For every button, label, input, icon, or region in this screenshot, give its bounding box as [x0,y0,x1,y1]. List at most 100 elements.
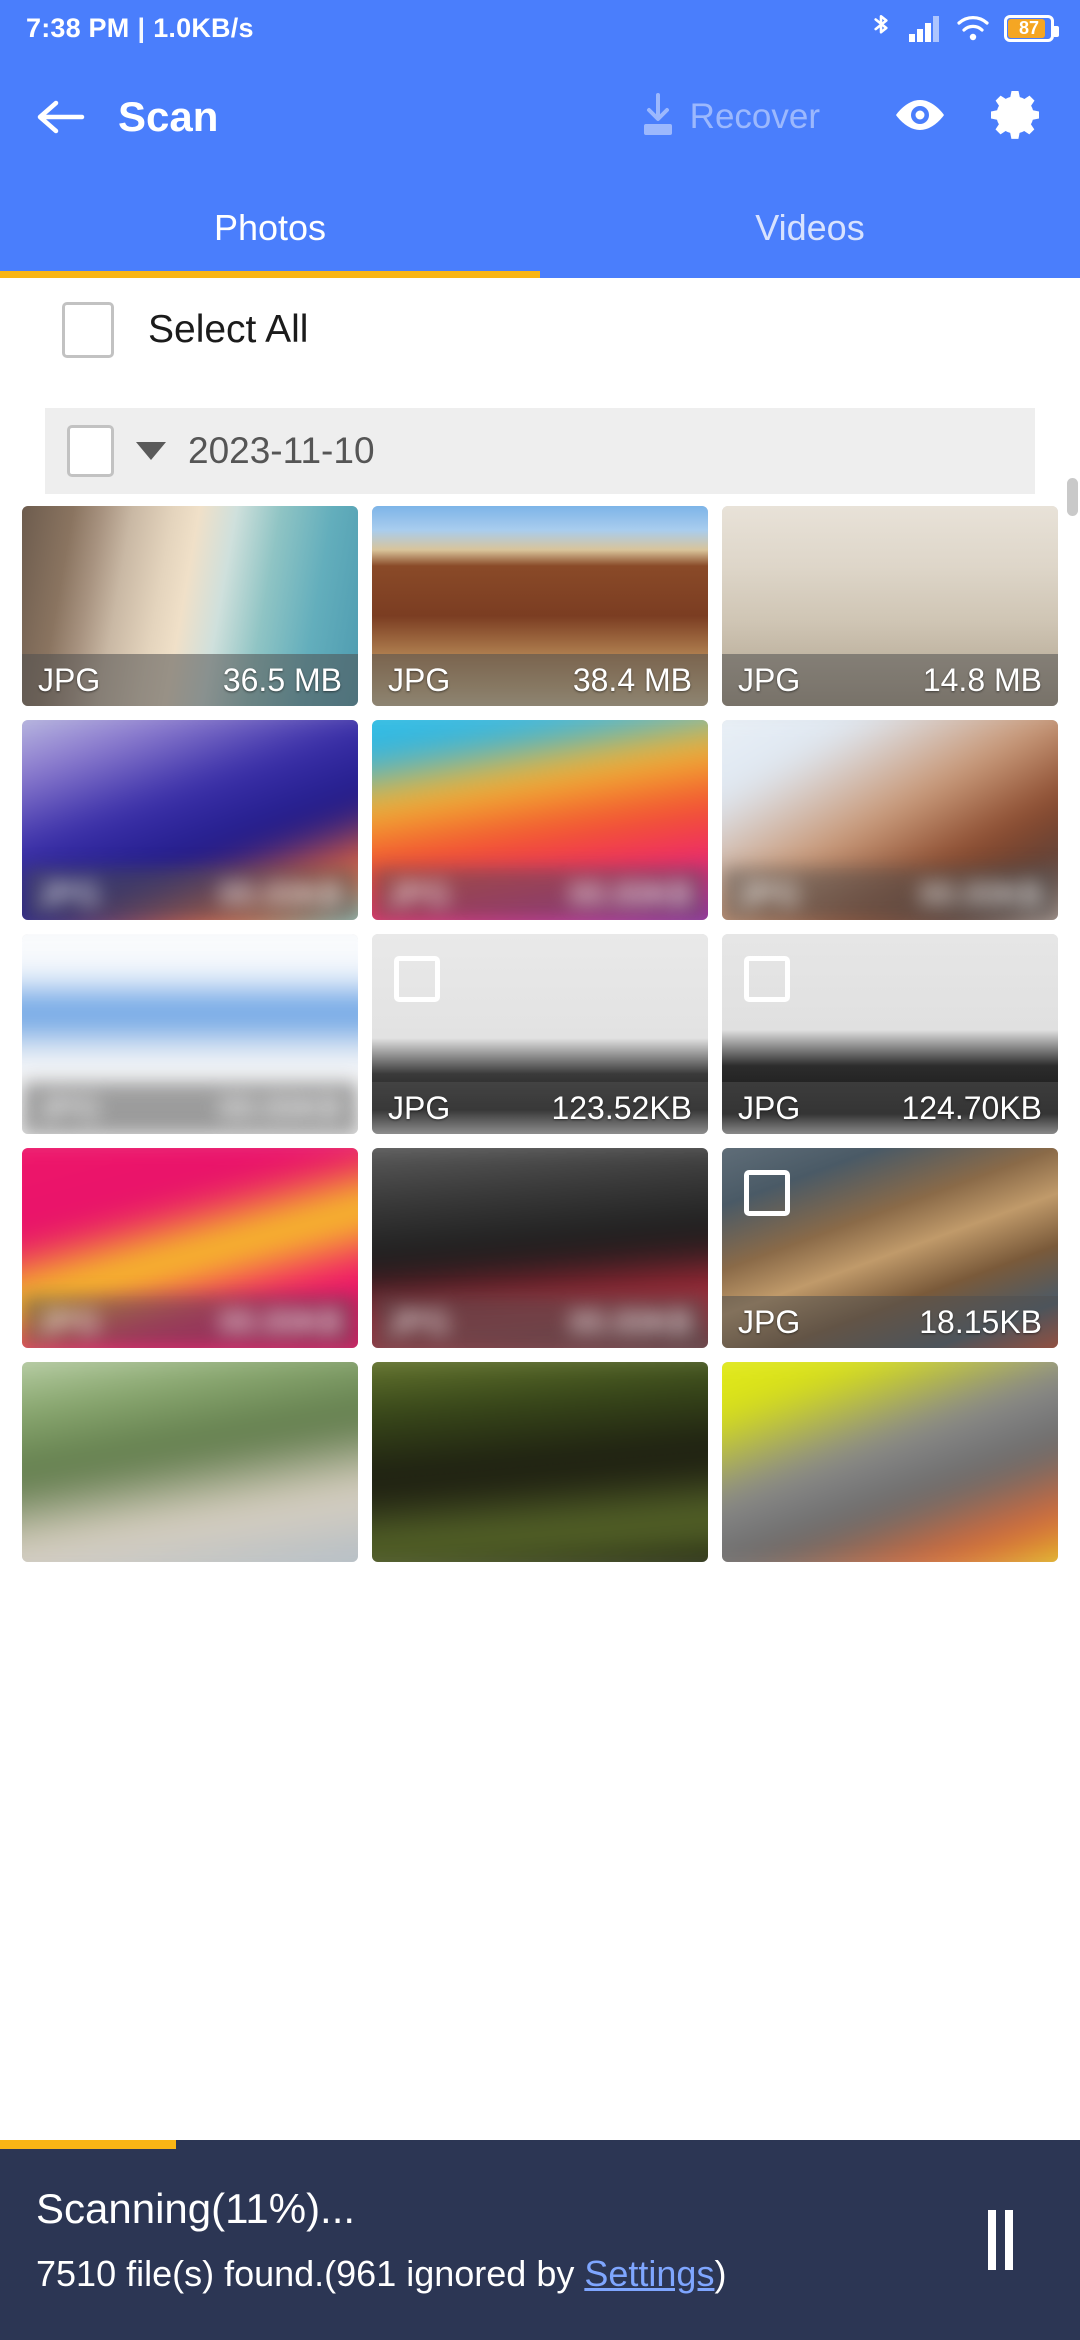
files-found-label: 7510 file(s) found.(961 ignored by Setti… [36,2253,960,2295]
settings-button[interactable] [980,79,1056,155]
photo-file-type: JPG [38,661,101,698]
photo-thumbnail-meta: JPG 00.00KB [372,868,708,920]
photo-thumbnail-checkbox[interactable] [744,956,790,1002]
photo-grid: JPG 36.5 MB JPG 38.4 MB JPG 14.8 MB JPG 00.00KB… [0,506,1080,1562]
photo-thumbnail-meta: JPG 00.00KB [722,868,1058,920]
photo-thumbnail[interactable]: JPG 00.00KB [22,720,358,920]
photo-file-size: 18.15KB [919,1303,1042,1340]
photo-thumbnail[interactable]: JPG 18.15KB [722,1148,1058,1348]
eye-button[interactable] [882,79,958,155]
photo-file-type: JPG [388,661,451,698]
photo-file-size: 38.4 MB [572,661,692,698]
back-button[interactable] [24,81,96,153]
pause-icon-bar-left [987,2210,996,2270]
date-group-header[interactable]: 2023-11-10 [45,408,1035,494]
select-all-label: Select All [148,308,309,351]
photo-file-size: 14.8 MB [922,661,1042,698]
photo-thumbnail-image [722,1362,1058,1562]
cellular-signal-icon [908,13,942,43]
photo-file-size: 00.00KB [219,1089,342,1126]
scan-progress-label: Scanning(11%)... [36,2185,356,2232]
caret-down-icon[interactable] [136,442,166,460]
photo-thumbnail-meta: JPG 00.00KB [22,1296,358,1348]
photo-thumbnail-checkbox[interactable] [394,956,440,1002]
photo-thumbnail[interactable]: JPG 14.8 MB [722,506,1058,706]
gear-icon [991,88,1045,147]
tab-videos-label: Videos [755,207,865,248]
photo-thumbnail-meta: JPG 124.70KB [722,1082,1058,1134]
photo-thumbnail[interactable]: JPG 00.00KB [22,1148,358,1348]
photo-thumbnail-meta: JPG 36.5 MB [22,654,358,706]
recover-label: Recover [689,97,820,136]
pause-button[interactable] [960,2195,1040,2285]
photo-thumbnail[interactable]: JPG 00.00KB [372,720,708,920]
photo-thumbnail[interactable] [372,1362,708,1562]
photo-file-type: JPG [388,1303,451,1340]
photo-thumbnail[interactable] [722,1362,1058,1562]
files-found-prefix: 7510 file(s) found.(961 ignored by [36,2253,585,2294]
settings-link[interactable]: Settings [584,2253,714,2294]
status-time: 7:38 PM [26,12,130,43]
photo-file-size: 00.00KB [919,875,1042,912]
select-all-checkbox[interactable] [62,302,114,358]
photo-file-type: JPG [38,1089,101,1126]
wifi-icon [956,13,990,43]
photo-file-type: JPG [388,875,451,912]
photo-thumbnail-image [22,1362,358,1562]
photo-thumbnail-meta: JPG 14.8 MB [722,654,1058,706]
tab-indicator [0,271,540,278]
select-all-row[interactable]: Select All [0,278,1080,382]
scrollbar-thumb[interactable] [1067,478,1078,516]
download-icon [636,91,680,144]
status-separator: | [137,12,146,43]
photo-file-size: 00.00KB [569,875,692,912]
tab-bar: Photos Videos [0,178,1080,278]
eye-icon [892,95,948,140]
photo-thumbnail-meta: JPG 00.00KB [372,1296,708,1348]
network-speed: 1.0KB/s [153,12,254,43]
tab-videos[interactable]: Videos [540,178,1080,278]
page-title: Scan [118,93,219,140]
photo-file-type: JPG [38,1303,101,1340]
photo-thumbnail[interactable]: JPG 123.52KB [372,934,708,1134]
date-group-label: 2023-11-10 [188,430,375,471]
status-bar: 7:38 PM | 1.0KB/s 87 [0,0,1080,56]
photo-thumbnail[interactable]: JPG 38.4 MB [372,506,708,706]
photo-thumbnail-image [372,1362,708,1562]
photo-thumbnail[interactable]: JPG 00.00KB [22,934,358,1134]
battery-percent: 87 [1018,18,1040,38]
photo-thumbnail[interactable]: JPG 124.70KB [722,934,1058,1134]
bluetooth-icon [868,12,894,44]
photo-file-type: JPG [738,875,801,912]
photo-thumbnail-meta: JPG 123.52KB [372,1082,708,1134]
pause-icon-bar-right [1004,2210,1013,2270]
photo-file-size: 36.5 MB [222,661,342,698]
tab-photos-label: Photos [213,207,327,248]
photo-thumbnail-checkbox[interactable] [744,1170,790,1216]
photo-file-type: JPG [388,1089,451,1126]
photo-file-size: 00.00KB [219,875,342,912]
photo-file-size: 124.70KB [901,1089,1042,1126]
photo-file-size: 00.00KB [569,1303,692,1340]
photo-file-size: 123.52KB [551,1089,692,1126]
tab-photos[interactable]: Photos [0,178,540,278]
photo-thumbnail-meta: JPG 38.4 MB [372,654,708,706]
photo-thumbnail[interactable]: JPG 36.5 MB [22,506,358,706]
photo-thumbnail[interactable]: JPG 00.00KB [722,720,1058,920]
recover-button[interactable]: Recover [636,91,820,144]
photo-file-size: 00.00KB [219,1303,342,1340]
scan-status-text: Scanning(11%)... 7510 file(s) found.(961… [36,2185,960,2295]
photo-file-type: JPG [738,1089,801,1126]
battery-icon: 87 [1004,14,1059,42]
photo-thumbnail[interactable] [22,1362,358,1562]
photo-thumbnail[interactable]: JPG 00.00KB [372,1148,708,1348]
files-found-suffix: ) [714,2253,727,2294]
status-bar-left: 7:38 PM | 1.0KB/s [26,13,254,44]
photo-thumbnail-meta: JPG 18.15KB [722,1296,1058,1348]
photo-file-type: JPG [738,1303,801,1340]
scan-progress-bar [0,2140,176,2149]
photo-thumbnail-meta: JPG 00.00KB [22,1082,358,1134]
date-group-checkbox[interactable] [67,425,114,477]
photo-file-type: JPG [738,661,801,698]
app-bar: Scan Recover [0,56,1080,178]
